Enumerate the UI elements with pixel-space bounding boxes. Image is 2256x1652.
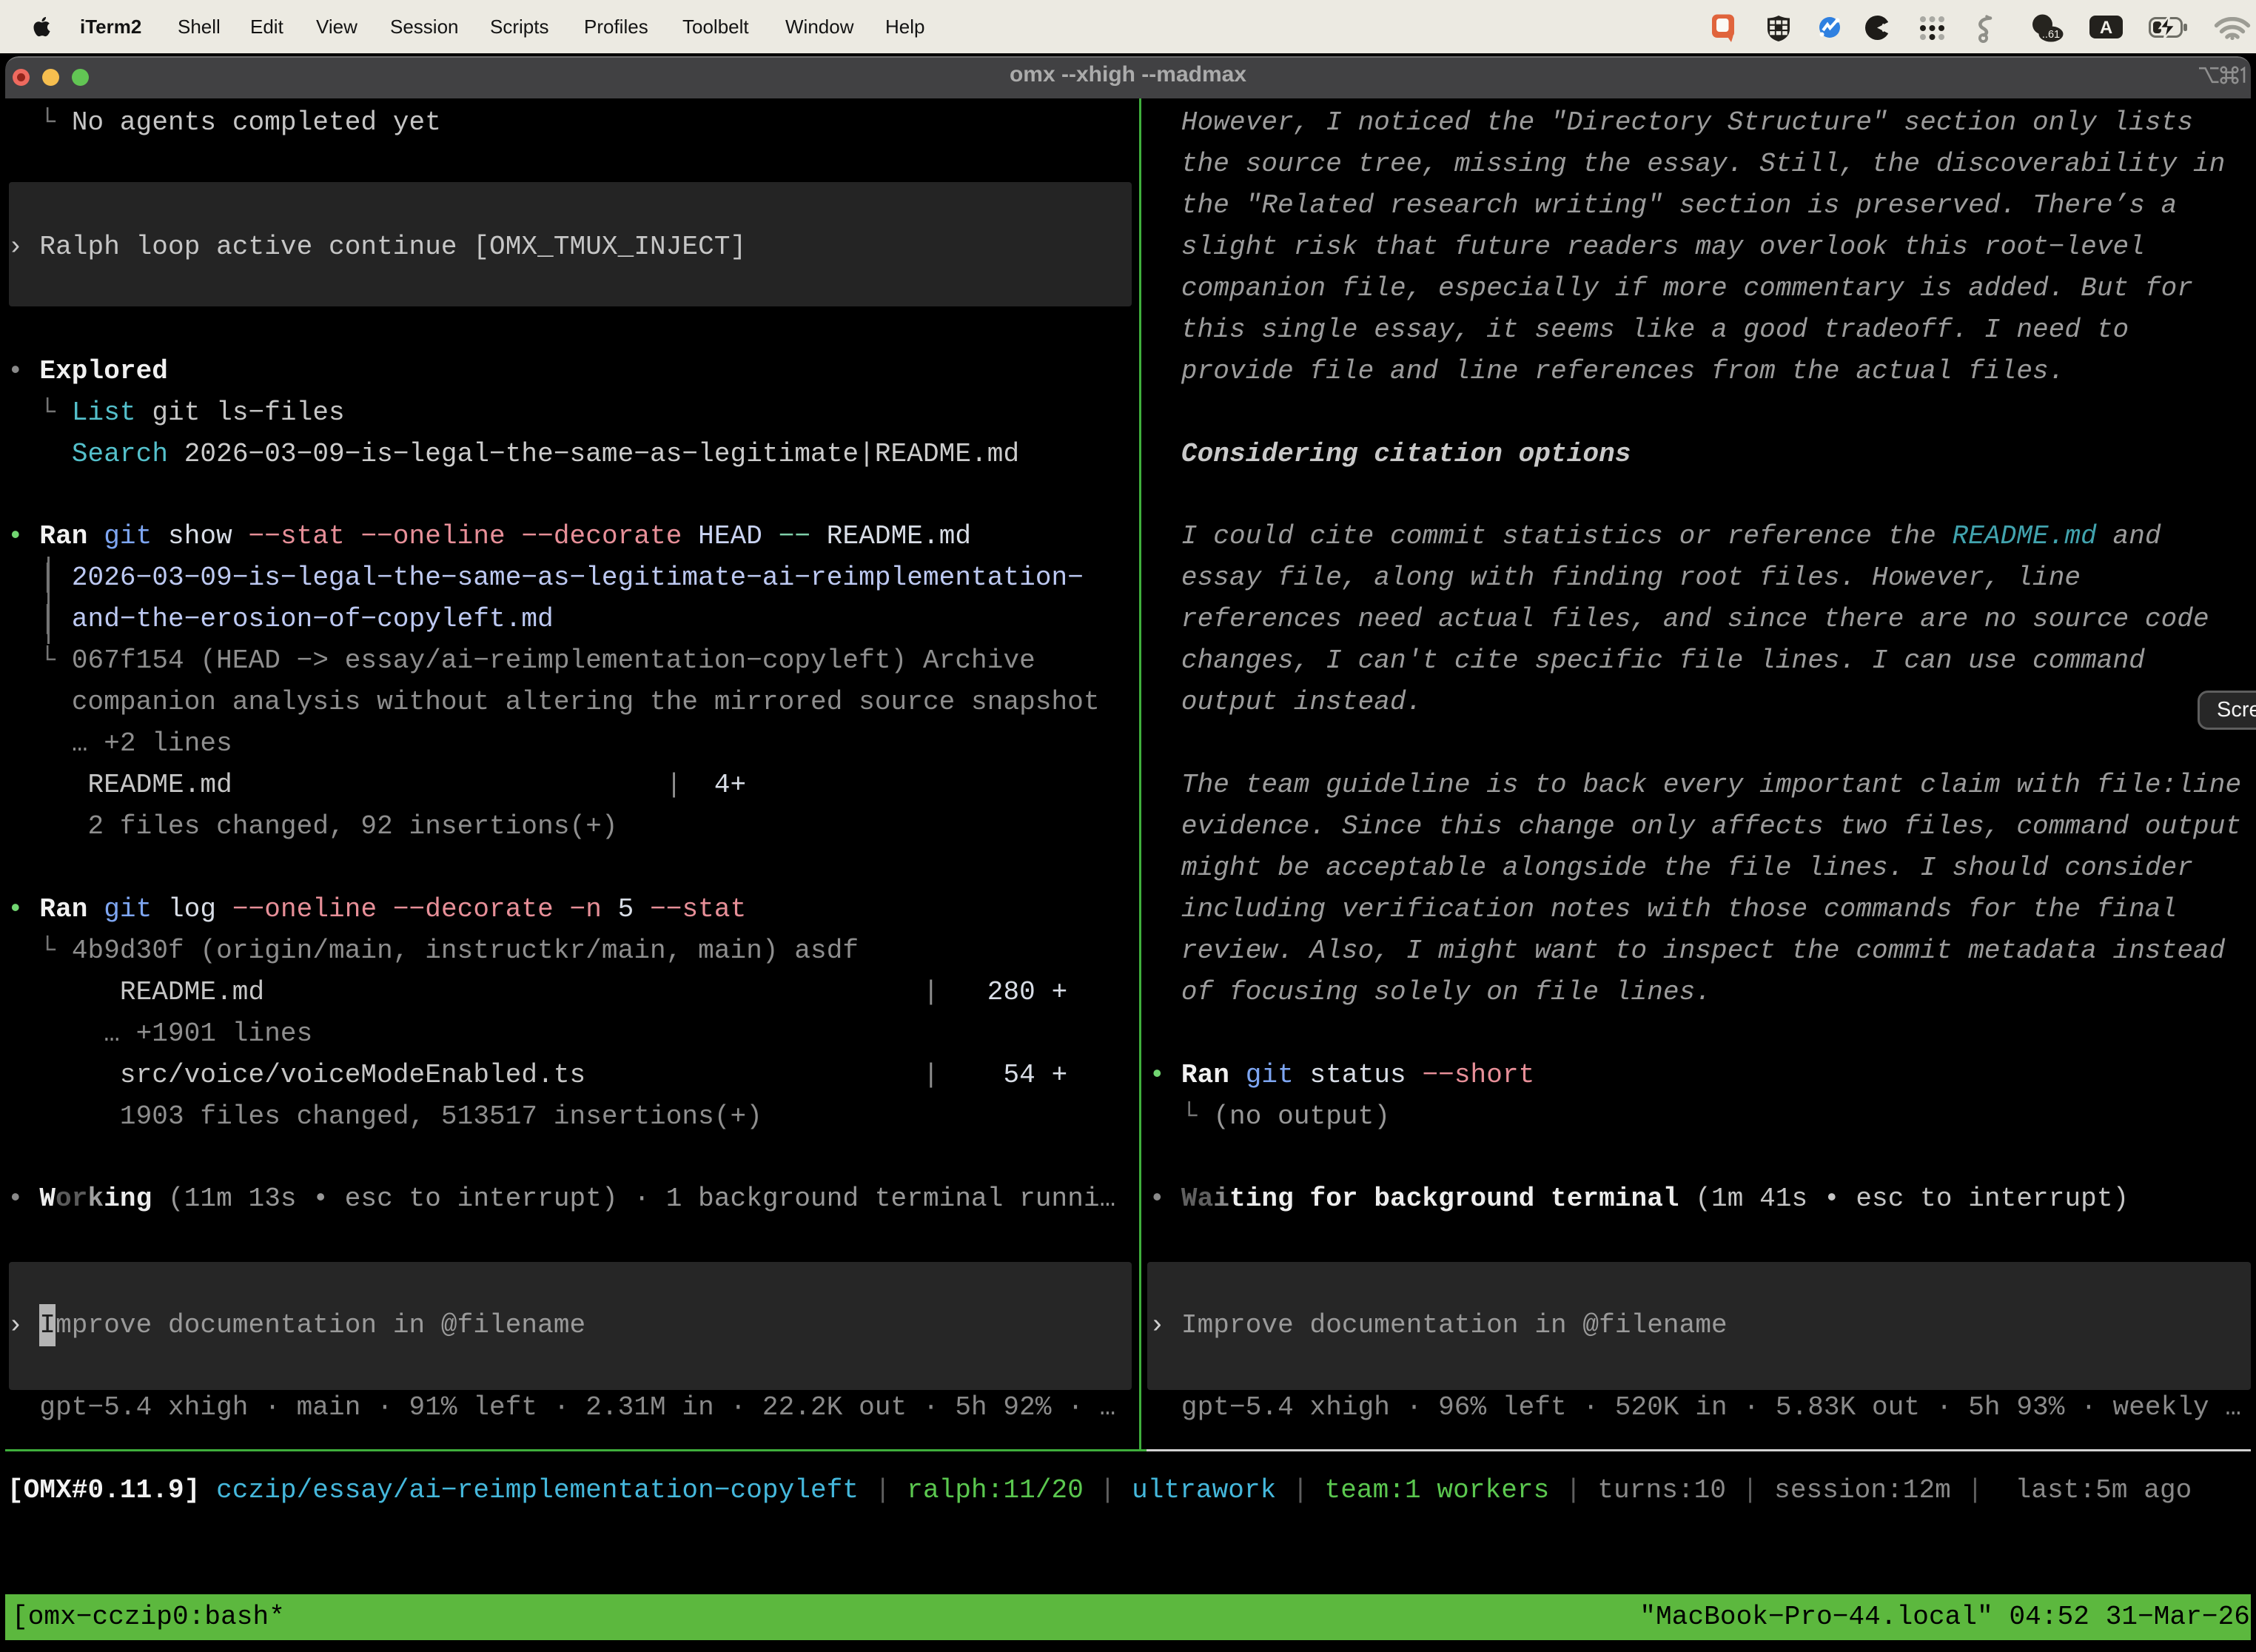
svg-text:..61: ..61	[2042, 29, 2060, 41]
svg-text:A: A	[2100, 18, 2112, 38]
